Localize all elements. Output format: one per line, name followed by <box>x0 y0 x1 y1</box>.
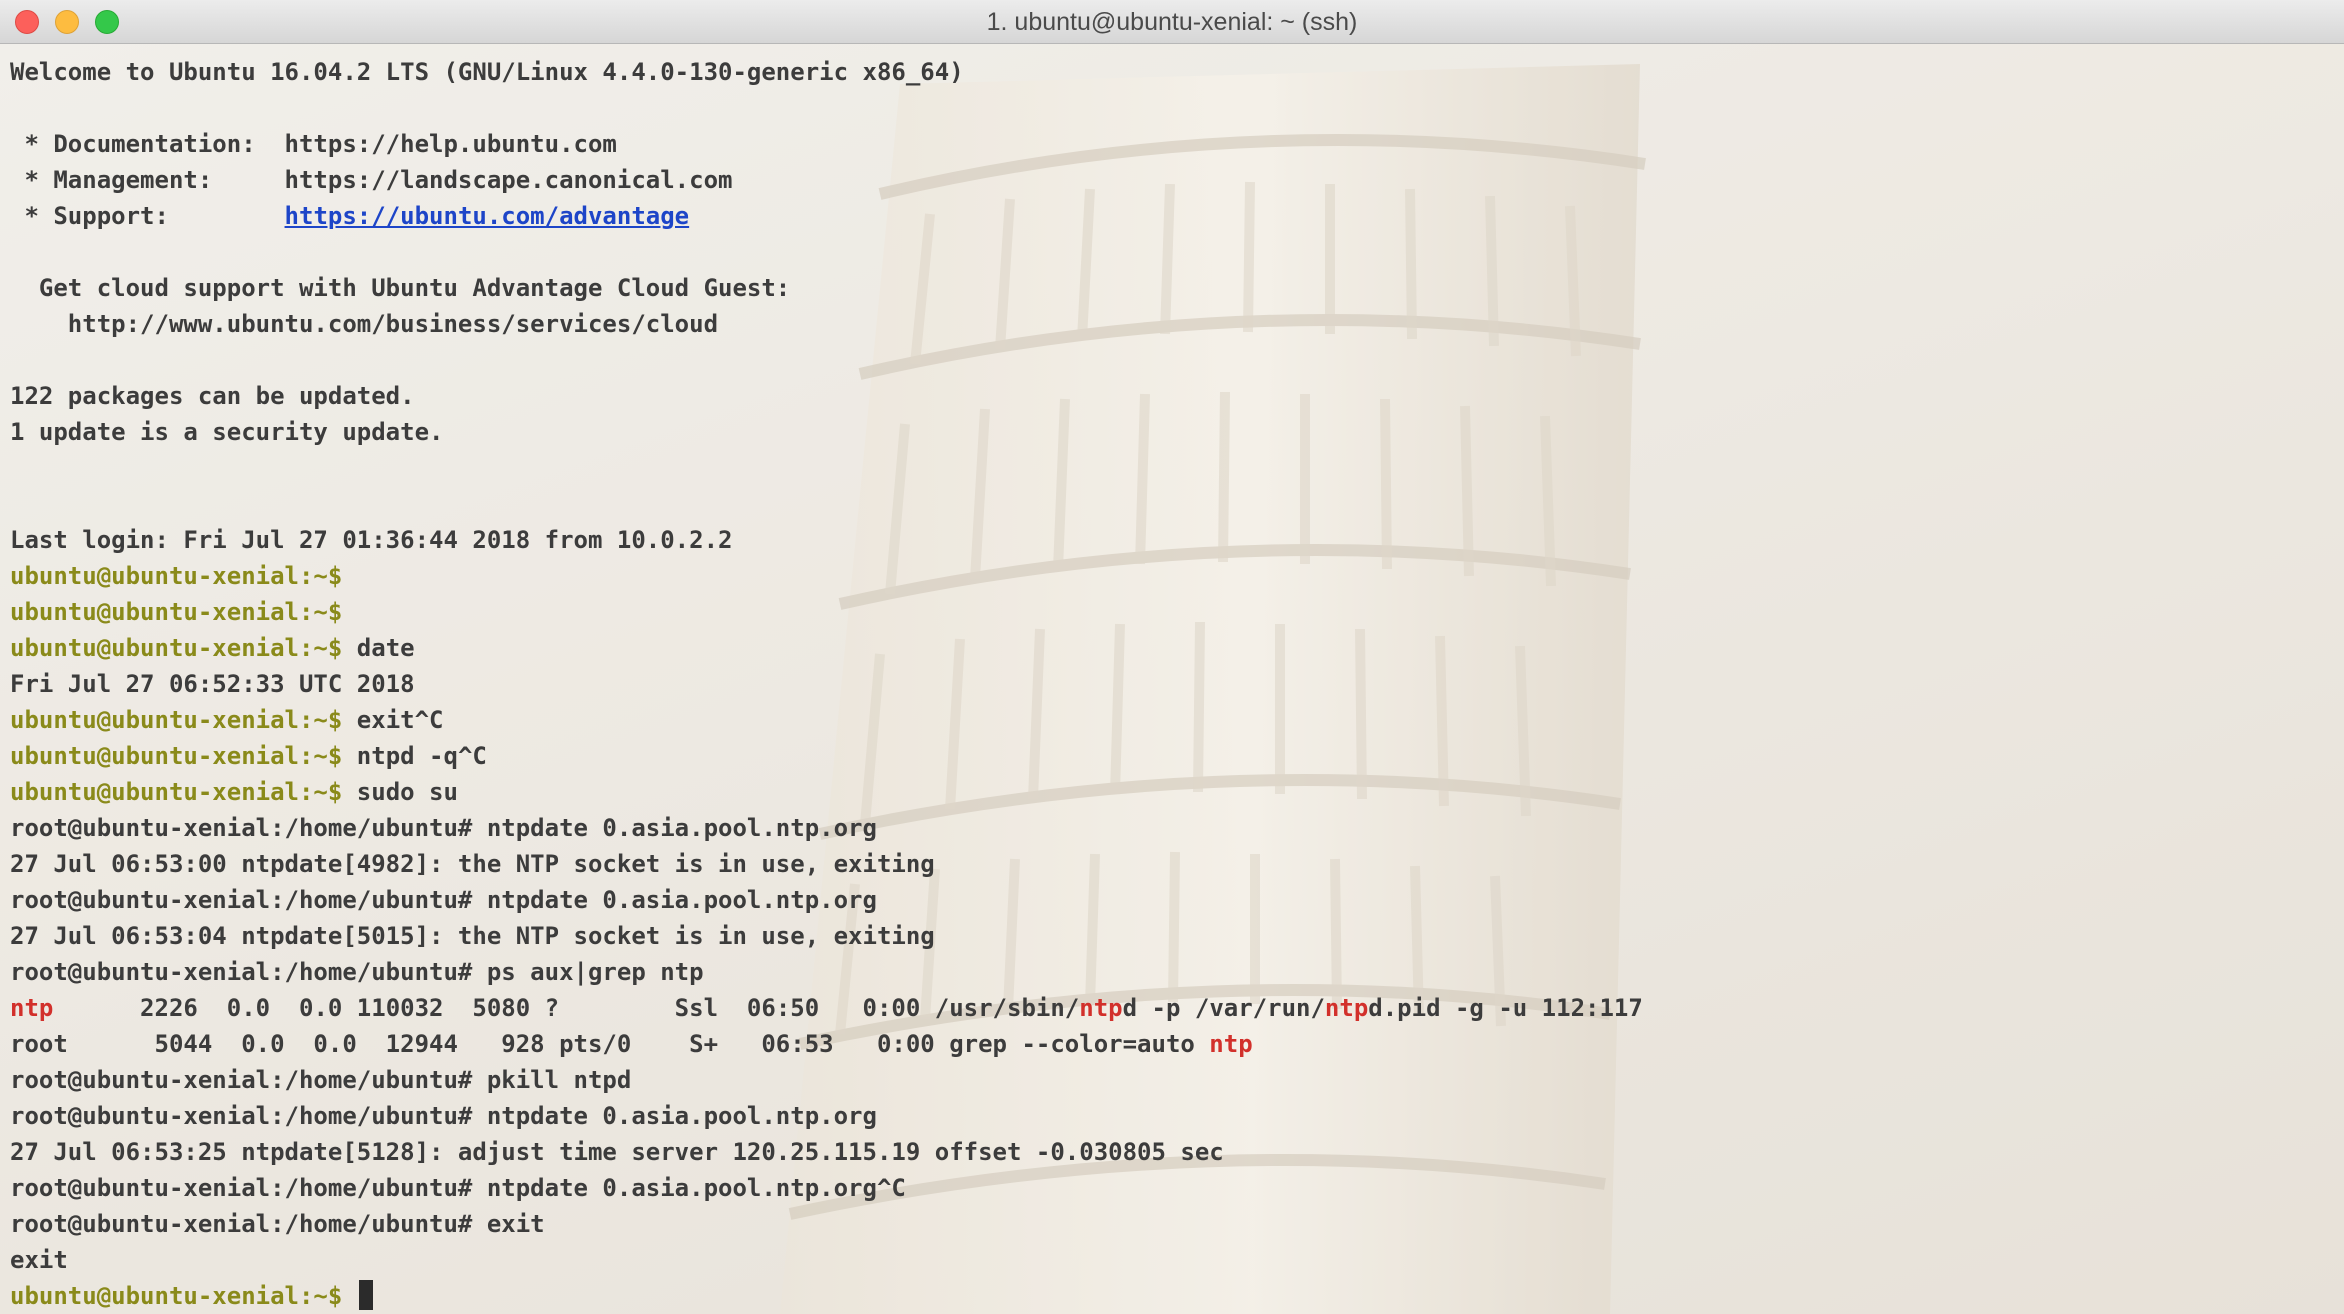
ps-user-highlight: ntp <box>10 994 54 1022</box>
terminal-line: Last login: Fri Jul 27 01:36:44 2018 fro… <box>10 526 733 554</box>
terminal-line: exit <box>10 1246 68 1274</box>
command-text: ntpdate 0.asia.pool.ntp.org <box>472 814 877 842</box>
terminal-line: * Support: https://ubuntu.com/advantage <box>10 198 1643 234</box>
ps-match-highlight: ntp <box>1079 994 1123 1022</box>
terminal-output[interactable]: Welcome to Ubuntu 16.04.2 LTS (GNU/Linux… <box>10 54 1643 1314</box>
ps-text: root 5044 0.0 0.0 12944 928 pts/0 S+ 06:… <box>10 1030 1210 1058</box>
terminal-pane[interactable]: Welcome to Ubuntu 16.04.2 LTS (GNU/Linux… <box>0 44 2344 1314</box>
ps-match-highlight: ntp <box>1209 1030 1253 1058</box>
support-label: * Support: <box>10 202 285 230</box>
prompt-line: root@ubuntu-xenial:/home/ubuntu# exit <box>10 1206 1643 1242</box>
text-cursor[interactable] <box>358 1280 373 1310</box>
terminal-line: 1 update is a security update. <box>10 418 444 446</box>
terminal-line: 27 Jul 06:53:25 ntpdate[5128]: adjust ti… <box>10 1138 1224 1166</box>
command-text: ntpd -q^C <box>342 742 487 770</box>
prompt-line: root@ubuntu-xenial:/home/ubuntu# ntpdate… <box>10 810 1643 846</box>
terminal-line: Get cloud support with Ubuntu Advantage … <box>10 274 791 302</box>
ps-row: root 5044 0.0 0.0 12944 928 pts/0 S+ 06:… <box>10 1026 1643 1062</box>
ps-text: d -p /var/run/ <box>1122 994 1325 1022</box>
prompt-line: root@ubuntu-xenial:/home/ubuntu# ntpdate… <box>10 882 1643 918</box>
command-text: exit <box>472 1210 545 1238</box>
prompt-line: root@ubuntu-xenial:/home/ubuntu# ps aux|… <box>10 954 1643 990</box>
user-prompt: ubuntu@ubuntu-xenial:~$ <box>10 562 343 590</box>
prompt-line: ubuntu@ubuntu-xenial:~$ <box>10 558 1643 594</box>
ps-text: 2226 0.0 0.0 110032 5080 ? Ssl 06:50 0:0… <box>53 994 1080 1022</box>
command-text: ps aux|grep ntp <box>472 958 704 986</box>
ps-row: ntp 2226 0.0 0.0 110032 5080 ? Ssl 06:50… <box>10 990 1643 1026</box>
root-prompt: root@ubuntu-xenial:/home/ubuntu# <box>10 1210 473 1238</box>
terminal-line: 27 Jul 06:53:00 ntpdate[4982]: the NTP s… <box>10 850 935 878</box>
prompt-line: root@ubuntu-xenial:/home/ubuntu# ntpdate… <box>10 1098 1643 1134</box>
user-prompt: ubuntu@ubuntu-xenial:~$ <box>10 706 343 734</box>
prompt-line: ubuntu@ubuntu-xenial:~$ <box>10 594 1643 630</box>
ps-match-highlight: ntp <box>1324 994 1369 1022</box>
root-prompt: root@ubuntu-xenial:/home/ubuntu# <box>10 1066 473 1094</box>
prompt-line: ubuntu@ubuntu-xenial:~$ date <box>10 630 1643 666</box>
command-text: sudo su <box>342 778 458 806</box>
user-prompt: ubuntu@ubuntu-xenial:~$ <box>10 1282 343 1310</box>
active-prompt-line[interactable]: ubuntu@ubuntu-xenial:~$ <box>10 1278 1643 1314</box>
root-prompt: root@ubuntu-xenial:/home/ubuntu# <box>10 814 473 842</box>
command-text: ntpdate 0.asia.pool.ntp.org <box>472 1102 877 1130</box>
command-text: ntpdate 0.asia.pool.ntp.org <box>472 886 877 914</box>
terminal-line: * Management: https://landscape.canonica… <box>10 166 733 194</box>
root-prompt: root@ubuntu-xenial:/home/ubuntu# <box>10 958 473 986</box>
command-text: pkill ntpd <box>472 1066 632 1094</box>
terminal-line: Fri Jul 27 06:52:33 UTC 2018 <box>10 670 415 698</box>
terminal-line: Welcome to Ubuntu 16.04.2 LTS (GNU/Linux… <box>10 58 964 86</box>
terminal-window: 1. ubuntu@ubuntu-xenial: ~ (ssh) Welcome… <box>0 0 2344 1314</box>
support-link[interactable]: https://ubuntu.com/advantage <box>285 202 690 230</box>
prompt-line: ubuntu@ubuntu-xenial:~$ ntpd -q^C <box>10 738 1643 774</box>
terminal-line: http://www.ubuntu.com/business/services/… <box>10 310 719 338</box>
user-prompt: ubuntu@ubuntu-xenial:~$ <box>10 778 343 806</box>
user-prompt: ubuntu@ubuntu-xenial:~$ <box>10 742 343 770</box>
root-prompt: root@ubuntu-xenial:/home/ubuntu# <box>10 1174 473 1202</box>
command-text: ntpdate 0.asia.pool.ntp.org^C <box>472 1174 906 1202</box>
command-text: date <box>342 634 415 662</box>
terminal-line: 122 packages can be updated. <box>10 382 415 410</box>
prompt-line: root@ubuntu-xenial:/home/ubuntu# ntpdate… <box>10 1170 1643 1206</box>
terminal-line: 27 Jul 06:53:04 ntpdate[5015]: the NTP s… <box>10 922 935 950</box>
command-text: exit^C <box>342 706 444 734</box>
prompt-line: ubuntu@ubuntu-xenial:~$ exit^C <box>10 702 1643 738</box>
root-prompt: root@ubuntu-xenial:/home/ubuntu# <box>10 1102 473 1130</box>
prompt-line: root@ubuntu-xenial:/home/ubuntu# pkill n… <box>10 1062 1643 1098</box>
terminal-line: * Documentation: https://help.ubuntu.com <box>10 130 617 158</box>
ps-text: d.pid -g -u 112:117 <box>1368 994 1643 1022</box>
user-prompt: ubuntu@ubuntu-xenial:~$ <box>10 598 343 626</box>
user-prompt: ubuntu@ubuntu-xenial:~$ <box>10 634 343 662</box>
title-bar[interactable]: 1. ubuntu@ubuntu-xenial: ~ (ssh) <box>0 0 2344 44</box>
root-prompt: root@ubuntu-xenial:/home/ubuntu# <box>10 886 473 914</box>
prompt-line: ubuntu@ubuntu-xenial:~$ sudo su <box>10 774 1643 810</box>
window-title: 1. ubuntu@ubuntu-xenial: ~ (ssh) <box>986 8 1358 36</box>
